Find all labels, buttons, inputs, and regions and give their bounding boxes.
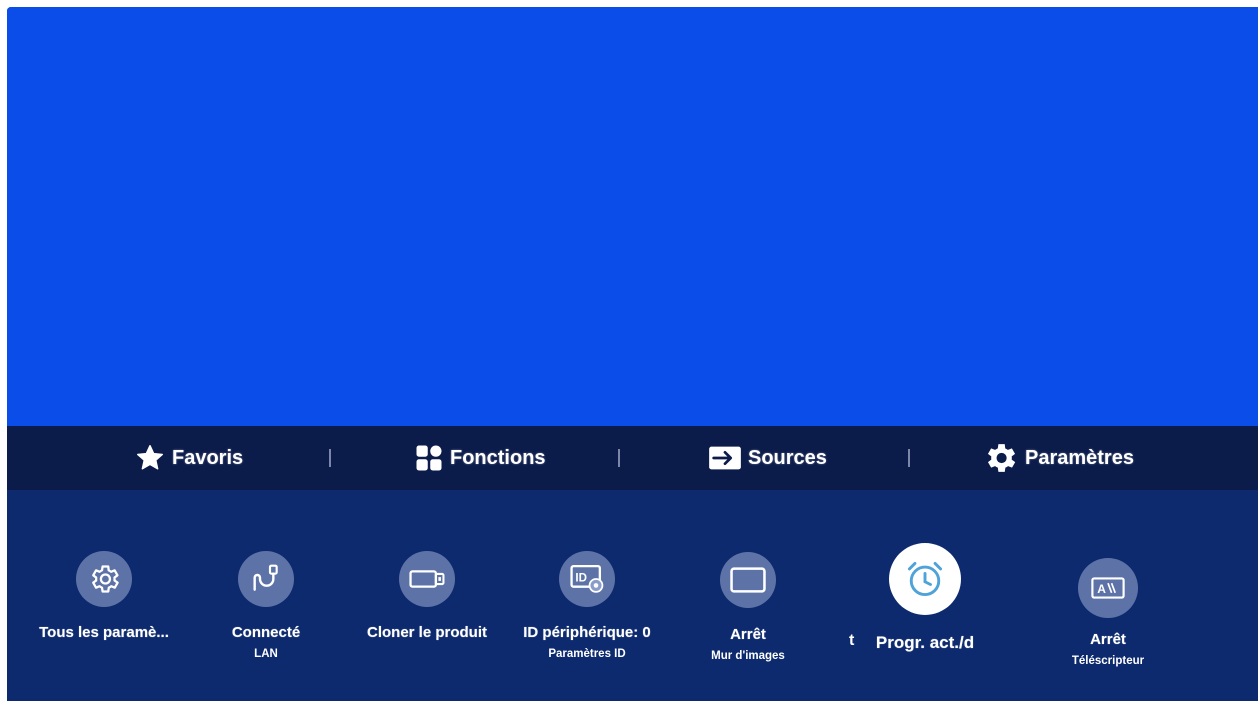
menu-fonctions-label: Fonctions: [450, 446, 546, 469]
apps-grid-icon: [416, 445, 442, 471]
tile-label: ID périphérique: 0: [523, 624, 651, 641]
source-input-icon: [709, 446, 741, 470]
usb-drive-icon: [399, 551, 455, 607]
menu-parametres[interactable]: Paramètres: [981, 426, 1134, 490]
tile-network[interactable]: Connecté LAN: [181, 490, 351, 701]
tile-video-wall[interactable]: Arrêt Mur d'images: [663, 490, 833, 701]
tile-sublabel: Paramètres ID: [548, 648, 626, 660]
menu-favoris[interactable]: Favoris: [134, 426, 243, 490]
menu-sources-label: Sources: [748, 446, 827, 469]
tile-label: Arrêt: [1090, 631, 1126, 648]
tile-ticker[interactable]: A Arrêt Téléscripteur: [1023, 490, 1193, 701]
menu-parametres-label: Paramètres: [1025, 446, 1134, 469]
menu-separator: [329, 449, 331, 467]
lan-cable-icon: [238, 551, 294, 607]
display-screen: Favoris Fonctions Sources Paramètres Tou…: [7, 7, 1258, 701]
menu-separator: [618, 449, 620, 467]
menu-favoris-label: Favoris: [172, 446, 244, 469]
tile-clone-product[interactable]: Cloner le produit: [342, 490, 512, 701]
menu-fonctions[interactable]: Fonctions: [414, 426, 546, 490]
tile-sublabel: Téléscripteur: [1071, 655, 1145, 667]
gear-icon: [76, 551, 132, 607]
tile-all-settings[interactable]: Tous les paramè...: [19, 490, 189, 701]
alarm-clock-icon: [889, 543, 961, 615]
star-icon: [137, 445, 163, 470]
menu-sources[interactable]: Sources: [708, 426, 827, 490]
blue-content-area: [7, 7, 1258, 426]
tile-sublabel: Mur d'images: [711, 650, 785, 662]
tile-label: Connecté: [231, 624, 301, 641]
tile-sublabel: LAN: [254, 648, 278, 660]
tile-label: Tous les paramè...: [39, 624, 169, 641]
tile-on-off-timer[interactable]: Progr. act./d: [840, 490, 1010, 701]
device-id-icon: ID: [559, 551, 615, 607]
settings-quick-panel: Tous les paramè... Connecté LAN Cloner l…: [7, 490, 1258, 701]
tile-label: Progr. act./d: [875, 633, 975, 652]
monitor-icon: [720, 552, 776, 608]
gear-icon: [987, 444, 1016, 472]
svg-text:A: A: [1097, 582, 1106, 596]
top-menu-bar: Favoris Fonctions Sources Paramètres: [7, 426, 1258, 490]
svg-text:ID: ID: [575, 573, 587, 585]
tile-label: Arrêt: [730, 626, 766, 643]
menu-separator: [908, 449, 910, 467]
tile-device-id[interactable]: ID ID périphérique: 0 Paramètres ID: [502, 490, 672, 701]
tile-label: Cloner le produit: [367, 624, 487, 641]
ticker-icon: A: [1078, 558, 1138, 618]
